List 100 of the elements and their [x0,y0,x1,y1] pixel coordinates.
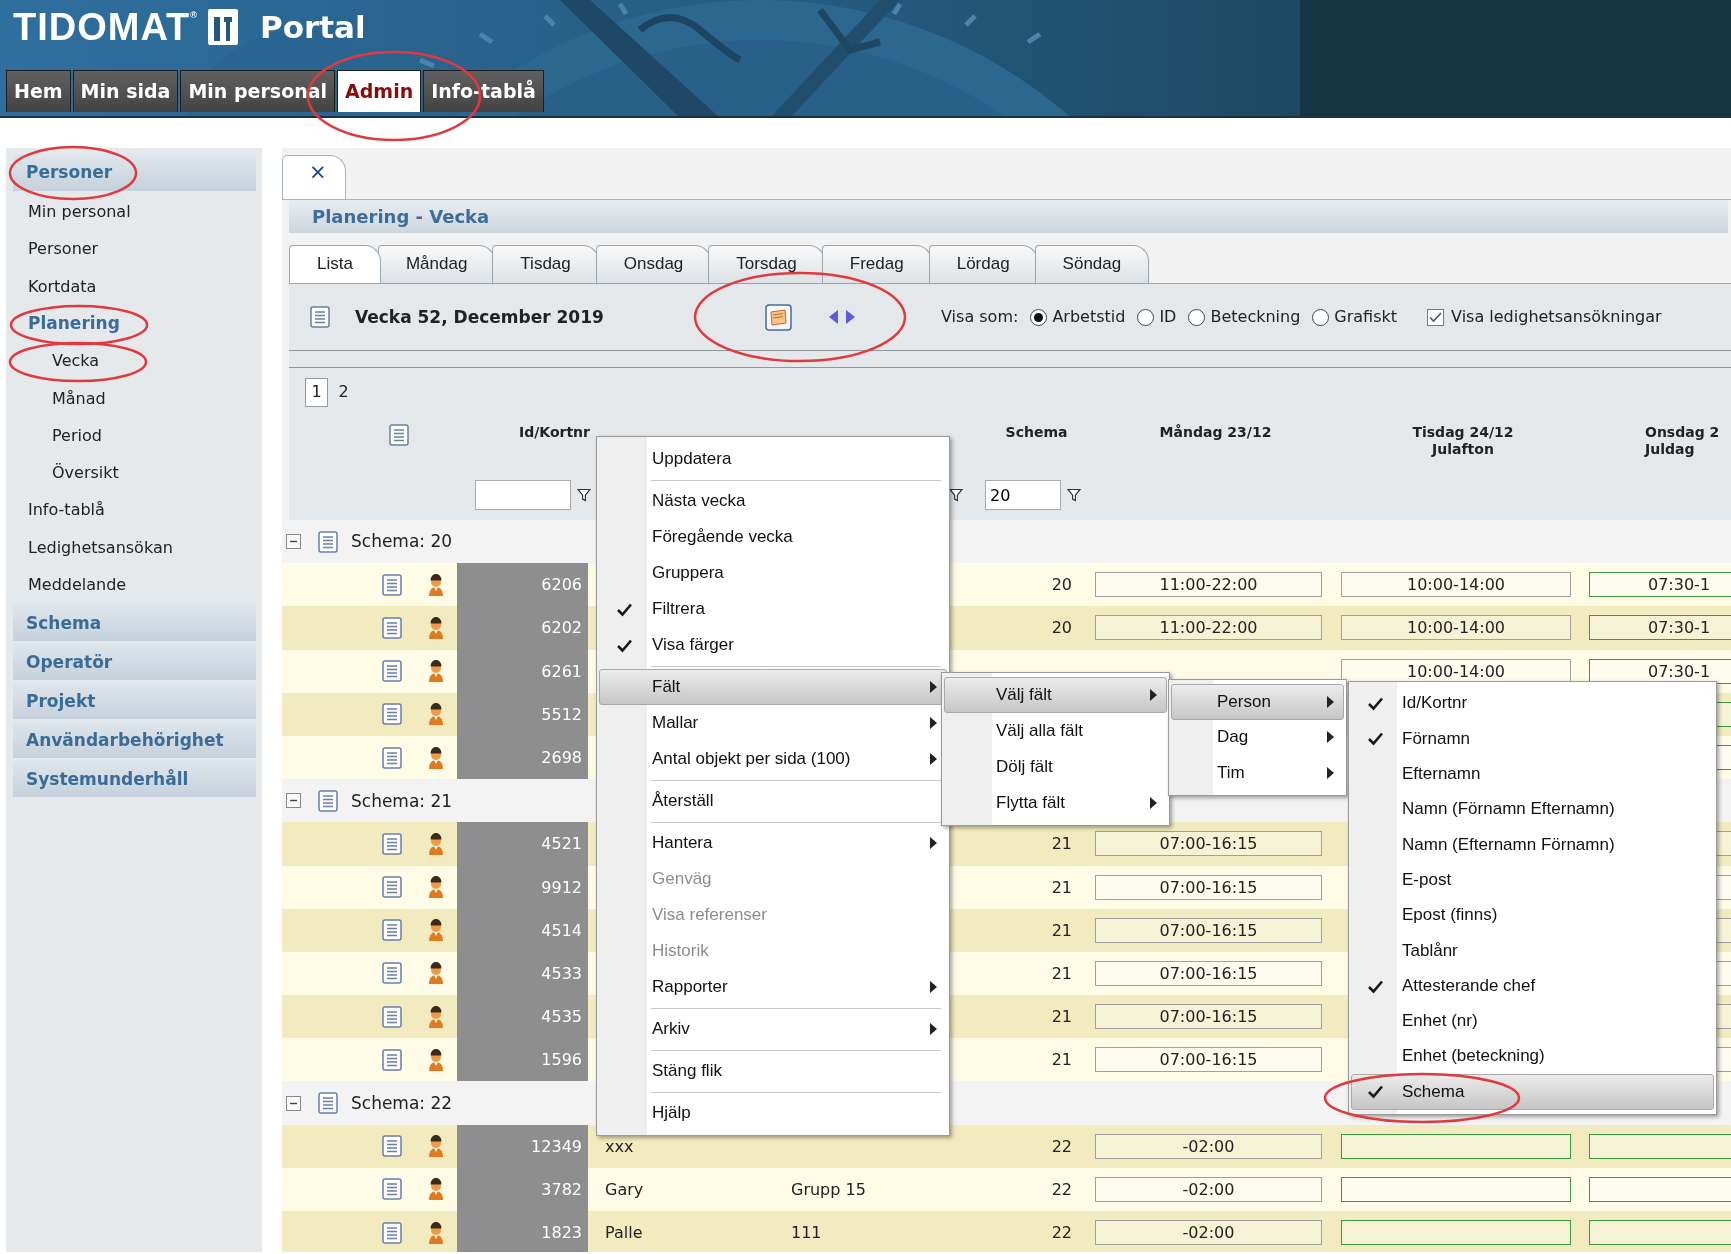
radio-button[interactable] [1312,308,1330,326]
sidebar-section-header[interactable]: Operatör [13,643,256,681]
filter-input[interactable]: 20 [985,480,1061,510]
collapse-icon[interactable] [286,534,301,550]
menu-item[interactable]: Föregående vecka [599,519,947,555]
menu-item[interactable]: E-post [1351,862,1714,898]
menu-item[interactable]: Förnamn [1351,721,1714,757]
radio-button[interactable] [1188,308,1206,326]
sidebar-section-header[interactable]: Schema [13,604,256,642]
collapse-icon[interactable] [286,793,301,809]
sidebar-section-header[interactable]: Projekt [13,682,256,720]
menu-item[interactable]: Hantera [599,825,947,861]
page-link[interactable]: 2 [332,377,355,407]
document-icon[interactable] [389,424,409,446]
document-icon[interactable] [382,876,402,899]
checkbox[interactable] [1427,308,1445,326]
schedule-cell[interactable]: 11:00-22:00 [1095,615,1322,641]
document-icon[interactable] [382,573,402,596]
schedule-cell[interactable]: -02:00 [1095,1133,1322,1159]
menu-item[interactable]: Namn (Förnamn Efternamn) [1351,791,1714,828]
schedule-cell[interactable] [1341,1133,1571,1159]
schedule-cell[interactable]: 07:00-16:15 [1095,1047,1322,1073]
day-tab[interactable]: Fredag [821,245,932,283]
filter-input[interactable] [475,480,571,510]
schedule-cell[interactable] [1341,1176,1571,1202]
menu-item[interactable]: Stäng flik [599,1053,947,1089]
sidebar-section-header[interactable]: Användarbehörighet [13,721,256,759]
sidebar-item[interactable]: Meddelande [13,565,256,604]
day-tab[interactable]: Tisdag [492,245,599,283]
menu-item[interactable]: Attesterande chef [1351,968,1714,1004]
nav-tab[interactable]: Admin [337,70,422,112]
document-icon[interactable] [382,660,402,683]
menu-item[interactable]: Tim [1171,755,1344,791]
sidebar-item[interactable]: Planering [13,304,256,343]
sidebar-item[interactable]: Info-tablå [13,491,256,529]
checkbox-label[interactable]: Visa ledighetsansökningar [1451,307,1662,327]
menu-item[interactable]: Enhet (nr) [1351,1003,1714,1039]
schedule-cell[interactable]: 07:30-1 [1589,615,1731,641]
schedule-cell[interactable]: 07:30-1 [1589,572,1731,598]
radio-button[interactable] [1137,308,1155,326]
menu-item[interactable]: Rapporter [599,969,947,1005]
schedule-cell[interactable]: 10:00-14:00 [1341,572,1571,598]
sidebar-section-header[interactable]: Systemunderhåll [13,760,256,798]
menu-item[interactable]: Arkiv [599,1011,947,1047]
menu-item[interactable]: Nästa vecka [599,483,947,519]
nav-tab[interactable]: Min sida [72,70,179,112]
document-tab[interactable]: × [282,155,346,199]
document-icon[interactable] [382,703,402,726]
schedule-cell[interactable]: 07:00-16:15 [1095,1004,1322,1030]
menu-item[interactable]: Efternamn [1351,756,1714,792]
sidebar-item[interactable]: Min personal [13,193,256,231]
menu-item[interactable]: Fält [599,669,947,705]
menu-item[interactable]: Välj alla fält [944,713,1167,749]
schedule-cell[interactable]: 07:00-16:15 [1095,874,1322,900]
document-icon[interactable] [382,616,402,639]
document-icon[interactable] [382,1048,402,1071]
column-header[interactable]: Onsdag 2 Juldag [1645,424,1731,458]
menu-item[interactable]: Person [1171,684,1344,720]
day-tab[interactable]: Lista [289,245,381,283]
schedule-cell[interactable]: 07:00-16:15 [1095,960,1322,986]
column-header[interactable]: Tisdag 24/12 Julafton [1348,424,1578,458]
collapse-icon[interactable] [286,1095,301,1111]
radio-label[interactable]: ID [1159,307,1177,327]
sidebar-section-header[interactable]: Personer [13,154,256,191]
radio-label[interactable]: Arbetstid [1052,307,1126,327]
previous-week-button[interactable] [829,310,838,324]
schedule-cell[interactable]: -02:00 [1095,1220,1322,1246]
radio-label[interactable]: Beteckning [1210,307,1301,327]
page-link[interactable]: 1 [305,377,328,407]
menu-item[interactable]: Tablånr [1351,933,1714,969]
calendar-icon[interactable] [765,303,792,331]
sidebar-item[interactable]: Kortdata [13,267,256,305]
filter-icon[interactable] [949,488,963,502]
day-tab[interactable]: Lördag [928,245,1038,283]
day-tab[interactable]: Söndag [1034,245,1150,283]
schedule-cell[interactable]: 07:00-16:15 [1095,917,1322,943]
radio-button[interactable] [1030,308,1048,326]
nav-tab[interactable]: Hem [6,70,71,112]
document-icon[interactable] [382,1221,402,1244]
filter-icon[interactable] [1067,488,1081,502]
column-header[interactable]: Id/Kortnr [518,424,590,440]
document-icon[interactable] [382,1178,402,1201]
column-header[interactable]: Måndag 23/12 [1102,424,1329,441]
document-icon[interactable] [382,962,402,985]
menu-item[interactable]: Id/Kortnr [1351,686,1714,722]
sidebar-item[interactable]: Månad [13,379,256,417]
filter-icon[interactable] [577,488,591,502]
menu-item[interactable]: Filtrera [599,591,947,627]
day-tab[interactable]: Torsdag [708,245,825,283]
sidebar-item[interactable]: Period [13,416,256,455]
menu-item[interactable]: Välj fält [944,677,1167,713]
sidebar-item[interactable]: Översikt [13,454,256,492]
menu-item[interactable]: Hjälp [599,1095,947,1131]
menu-item[interactable]: Epost (finns) [1351,897,1714,934]
radio-label[interactable]: Grafiskt [1334,307,1398,327]
menu-item[interactable]: Namn (Efternamn Förnamn) [1351,827,1714,863]
column-header[interactable]: Schema [1005,424,1068,440]
menu-item[interactable]: Schema [1351,1074,1714,1110]
document-icon[interactable] [382,1135,402,1158]
schedule-cell[interactable]: 10:00-14:00 [1341,615,1571,641]
